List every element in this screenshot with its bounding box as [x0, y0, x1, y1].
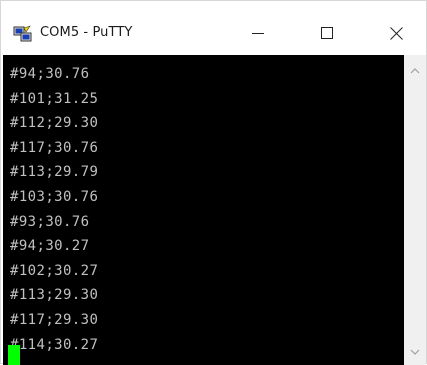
terminal-line: #117;29.30	[10, 311, 99, 328]
terminal-line: #101;31.25	[10, 90, 99, 107]
close-button[interactable]	[373, 21, 419, 45]
vertical-scrollbar[interactable]	[404, 55, 426, 365]
terminal-line: #94;30.27	[10, 238, 90, 255]
terminal-line: #103;30.76	[10, 188, 99, 205]
window-title: COM5 - PuTTY	[40, 25, 133, 40]
putty-window: COM5 - PuTTY #94;30.76 #101;31.25 #112;2…	[0, 0, 427, 365]
terminal-line: #113;29.30	[10, 287, 99, 304]
chevron-down-icon	[410, 349, 420, 355]
terminal-output[interactable]: #94;30.76 #101;31.25 #112;29.30 #117;30.…	[3, 55, 404, 365]
terminal-lines: #94;30.76 #101;31.25 #112;29.30 #117;30.…	[10, 62, 98, 357]
terminal-line: #113;29.79	[10, 164, 99, 181]
chevron-up-icon	[410, 67, 420, 73]
terminal-cursor	[8, 345, 20, 365]
maximize-icon	[321, 27, 333, 39]
scroll-up-button[interactable]	[404, 61, 426, 79]
close-icon	[389, 26, 403, 40]
terminal-line: #102;30.27	[10, 262, 99, 279]
terminal-line: #117;30.76	[10, 139, 99, 156]
maximize-button[interactable]	[304, 21, 350, 45]
minimize-icon	[252, 33, 264, 34]
putty-icon[interactable]	[13, 25, 33, 43]
terminal-line: #94;30.76	[10, 66, 90, 82]
terminal-line: #112;29.30	[10, 115, 99, 132]
minimize-button[interactable]	[235, 21, 281, 45]
scroll-down-button[interactable]	[404, 343, 426, 361]
terminal-line: #93;30.76	[10, 213, 90, 230]
terminal-line: #114;30.27	[10, 336, 99, 353]
title-bar[interactable]: COM5 - PuTTY	[1, 1, 426, 53]
